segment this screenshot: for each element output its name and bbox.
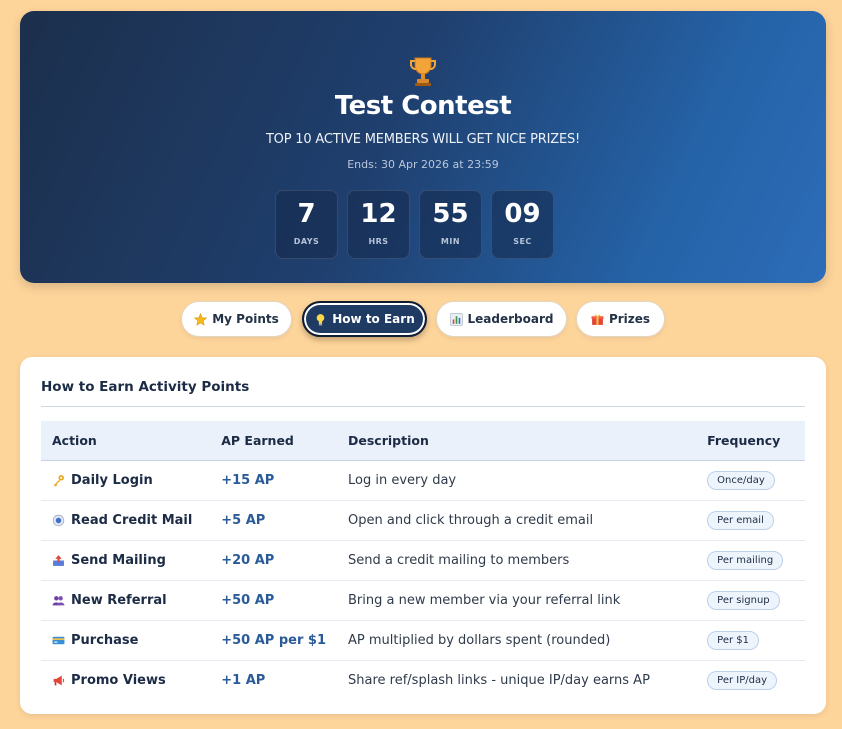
table-row: Promo Views +1 AP Share ref/splash links…	[41, 660, 805, 700]
ap-value: +20 AP	[210, 540, 338, 581]
table-row: New Referral +50 AP Bring a new member v…	[41, 580, 805, 621]
ap-value: +50 AP	[210, 580, 338, 621]
ap-value: +50 AP per $1	[210, 620, 338, 661]
frequency-badge: Per $1	[707, 630, 759, 650]
table-row: Daily Login +15 AP Log in every day Once…	[41, 460, 805, 501]
people-icon	[52, 594, 65, 607]
countdown-label: MIN	[440, 237, 461, 246]
how-to-earn-card: How to Earn Activity Points Action AP Ea…	[20, 357, 826, 714]
earn-table: Action AP Earned Description Frequency D…	[41, 421, 805, 700]
column-header-description: Description	[337, 421, 697, 461]
tab-how-to-earn[interactable]: How to Earn	[302, 301, 427, 337]
table-row: Purchase +50 AP per $1 AP multiplied by …	[41, 620, 805, 661]
countdown-label: HRS	[368, 237, 389, 246]
tab-bar: My Points How to Earn Leaderboard Prizes	[0, 301, 842, 337]
lightbulb-icon	[314, 313, 327, 326]
action-name: New Referral	[71, 592, 167, 608]
tab-label: Leaderboard	[467, 312, 554, 326]
action-name: Purchase	[71, 632, 139, 648]
trophy-icon	[20, 55, 826, 91]
tab-leaderboard[interactable]: Leaderboard	[436, 301, 567, 337]
column-header-ap-earned: AP Earned	[210, 421, 338, 461]
tab-label: How to Earn	[332, 312, 415, 326]
table-header-row: Action AP Earned Description Frequency	[41, 421, 805, 461]
key-icon	[52, 474, 65, 487]
table-row: Send Mailing +20 AP Send a credit mailin…	[41, 540, 805, 581]
action-name: Read Credit Mail	[71, 512, 193, 528]
frequency-badge: Per email	[707, 510, 774, 530]
action-name: Daily Login	[71, 472, 153, 488]
frequency-badge: Per mailing	[707, 550, 784, 570]
column-header-frequency: Frequency	[696, 421, 805, 461]
star-icon	[194, 312, 208, 326]
countdown-value: 12	[360, 199, 397, 229]
ap-value: +1 AP	[221, 672, 266, 688]
ap-value: +15 AP	[210, 460, 338, 501]
divider	[41, 406, 805, 407]
countdown-label: SEC	[513, 237, 532, 246]
contest-end-date: Ends: 30 Apr 2026 at 23:59	[347, 158, 499, 171]
tab-my-points[interactable]: My Points	[181, 301, 292, 337]
outbox-icon	[52, 554, 65, 567]
credit-card-icon	[52, 634, 65, 647]
countdown-hours: 12 HRS	[347, 190, 410, 259]
action-description: AP multiplied by dollars spent (rounded)	[337, 620, 697, 661]
contest-hero: Test Contest TOP 10 ACTIVE MEMBERS WILL …	[20, 11, 826, 283]
countdown-minutes: 55 MIN	[419, 190, 482, 259]
tab-label: Prizes	[608, 312, 651, 326]
tab-label: My Points	[212, 312, 279, 326]
column-header-action: Action	[41, 421, 211, 461]
bar-chart-icon	[449, 312, 463, 326]
contest-title: Test Contest	[334, 91, 512, 121]
action-description: Bring a new member via your referral lin…	[337, 580, 697, 621]
action-name: Send Mailing	[71, 552, 166, 568]
action-description: Log in every day	[337, 460, 697, 501]
countdown-days: 7 DAYS	[275, 190, 338, 259]
contest-subtitle: TOP 10 ACTIVE MEMBERS WILL GET NICE PRIZ…	[265, 132, 581, 147]
action-description: Open and click through a credit email	[337, 500, 697, 541]
countdown-value: 09	[504, 199, 541, 229]
countdown-seconds: 09 SEC	[491, 190, 554, 259]
table-row: Read Credit Mail +5 AP Open and click th…	[41, 500, 805, 541]
ap-value: +5 AP	[210, 500, 338, 541]
countdown-value: 55	[432, 199, 469, 229]
frequency-badge: Per IP/day	[707, 670, 778, 690]
countdown: 7 DAYS 12 HRS 55 MIN 09 SEC	[275, 190, 554, 259]
countdown-value: 7	[297, 199, 316, 229]
action-description: Send a credit mailing to members	[337, 540, 697, 581]
action-name: Promo Views	[71, 672, 166, 688]
action-description: Share ref/splash links - unique IP/day e…	[348, 672, 650, 688]
frequency-badge: Per signup	[707, 590, 780, 610]
countdown-label: DAYS	[293, 237, 320, 246]
mail-icon	[52, 514, 65, 527]
gift-icon	[591, 313, 604, 326]
tab-prizes[interactable]: Prizes	[576, 301, 665, 337]
frequency-badge: Once/day	[707, 470, 775, 490]
megaphone-icon	[52, 674, 65, 687]
card-title: How to Earn Activity Points	[41, 379, 250, 395]
